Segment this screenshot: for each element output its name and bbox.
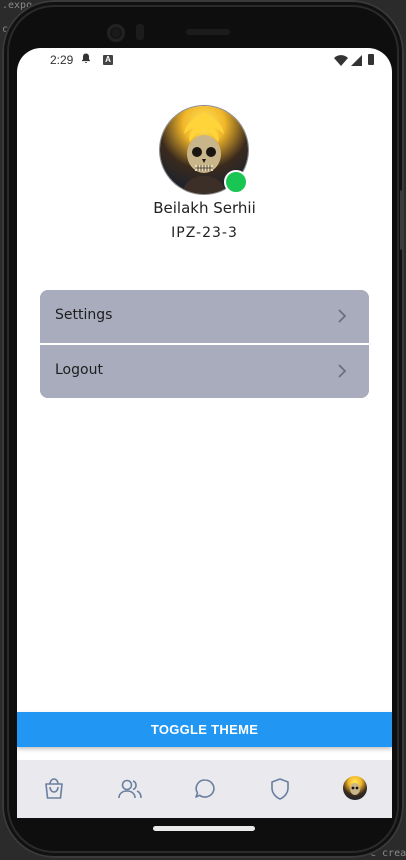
settings-label: Settings bbox=[55, 307, 113, 323]
app-notification-badge: A bbox=[103, 55, 113, 65]
logout-menu-item[interactable]: Logout bbox=[40, 345, 369, 398]
signal-icon bbox=[351, 55, 362, 69]
online-status-dot bbox=[224, 170, 248, 194]
profile-avatar-container[interactable] bbox=[160, 106, 248, 194]
settings-menu-item[interactable]: Settings bbox=[40, 290, 369, 343]
users-icon[interactable] bbox=[116, 776, 142, 802]
user-group: IPZ-23-3 bbox=[171, 225, 238, 241]
home-indicator[interactable] bbox=[153, 826, 255, 831]
proximity-sensor bbox=[136, 24, 144, 40]
profile-menu: Settings Logout bbox=[40, 290, 369, 398]
front-camera bbox=[107, 24, 125, 42]
shopping-bag-icon[interactable] bbox=[41, 776, 67, 802]
logout-label: Logout bbox=[55, 362, 103, 378]
toggle-theme-button[interactable]: TOGGLE THEME bbox=[17, 712, 392, 747]
earpiece-speaker bbox=[186, 29, 230, 35]
shield-icon[interactable] bbox=[267, 776, 293, 802]
status-time: 2:29 bbox=[50, 53, 74, 67]
chevron-right-icon bbox=[335, 364, 349, 378]
status-bar: 2:29 A bbox=[17, 48, 392, 74]
battery-icon bbox=[368, 54, 374, 65]
profile-avatar-icon[interactable] bbox=[343, 776, 367, 800]
chevron-right-icon bbox=[335, 309, 349, 323]
bottom-navigation bbox=[17, 760, 392, 818]
user-name: Beilakh Serhii bbox=[153, 199, 256, 217]
notification-bell-icon bbox=[81, 53, 91, 67]
wifi-icon bbox=[334, 55, 348, 69]
chat-icon[interactable] bbox=[192, 776, 218, 802]
app-screen: 2:29 A Beilakh Serhii IPZ-23-3 Settings … bbox=[17, 48, 392, 818]
volume-button bbox=[400, 190, 404, 250]
